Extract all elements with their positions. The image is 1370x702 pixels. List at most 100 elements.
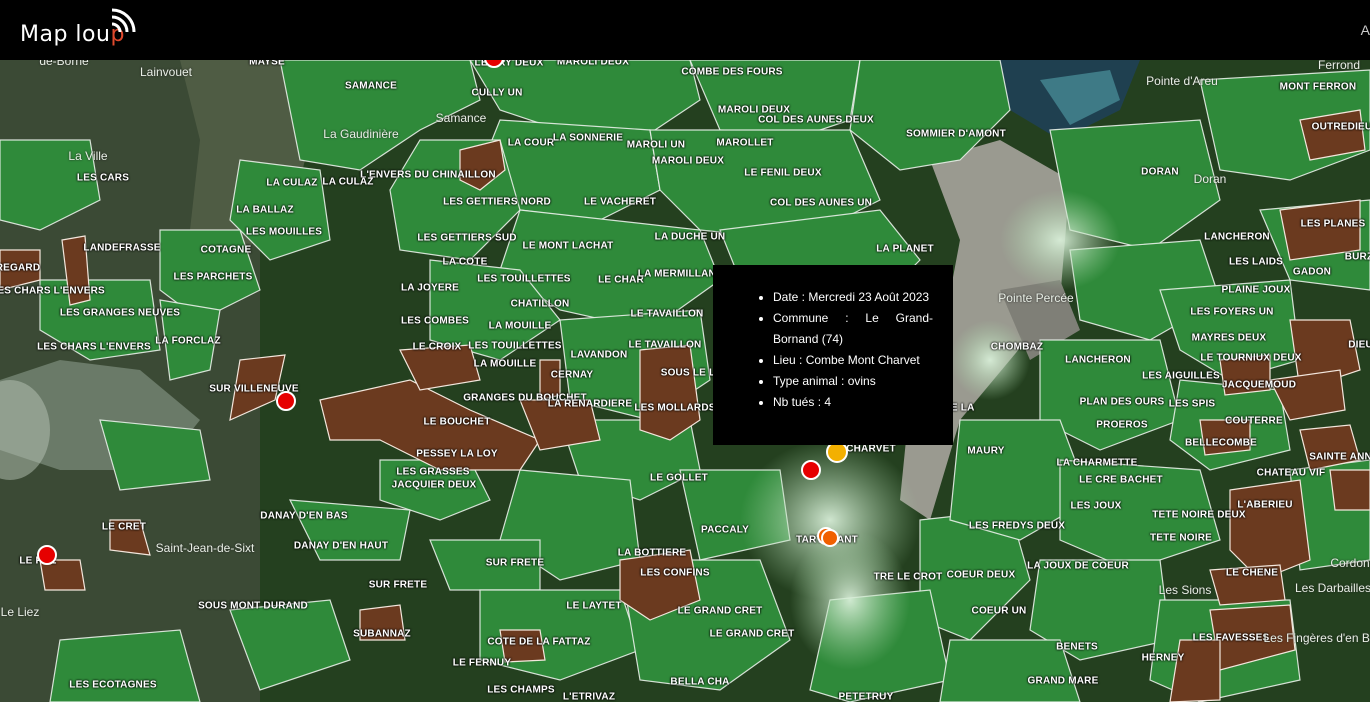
pasture-label: LES ECOTAGNES (69, 679, 157, 691)
place-name: Cordon (1330, 556, 1370, 570)
pasture-label: LES FAVESSES (1192, 632, 1270, 644)
pasture-label: LE BOUCHET (423, 416, 491, 428)
signal-icon (111, 8, 136, 33)
pasture-label: LA CHARMETTE (1056, 457, 1138, 469)
pasture-label: LE TOURNIUX DEUX (1200, 352, 1302, 364)
pasture-label: PROEROS (1096, 419, 1148, 431)
pasture-label: LE CHENE (1225, 567, 1279, 579)
place-name: La Ville (68, 149, 108, 163)
pasture-label: MAURY (967, 445, 1005, 457)
pasture-label: MONT FERRON (1279, 81, 1357, 93)
pasture-label: LES SPIS (1168, 398, 1216, 410)
place-name: Les Darbailles (1294, 581, 1370, 595)
place-name: Ferrond (1317, 60, 1361, 72)
attack-marker[interactable] (37, 545, 57, 565)
pasture-label: LES MOLLARDS (634, 402, 716, 414)
pasture-label: CERNAY (550, 369, 594, 381)
pasture-label: BENETS (1056, 641, 1098, 653)
pasture-label: LA DUCHE UN (654, 231, 726, 243)
pasture-label: L'ENVERS DU CHINAILLON (360, 169, 496, 181)
pasture-label: LANCHERON (1065, 354, 1131, 366)
popup-nb-tues: Nb tués : 4 (773, 392, 933, 413)
pasture-label: SUR FRETE (368, 579, 428, 591)
pasture-label: LA MOUILLE (473, 358, 537, 370)
pasture-label: LES GRASSES (396, 466, 470, 478)
pasture-label: LE CRE BACHET (1079, 474, 1163, 486)
pasture-label: LA RENARDIERE (547, 398, 633, 410)
pasture-label: PACCALY (700, 524, 750, 536)
pasture-label: LES CHARS L'ENVERS (0, 285, 105, 297)
popup-lieu: Lieu : Combe Mont Charvet (773, 350, 933, 371)
pasture-label: PLAINE JOUX (1221, 284, 1291, 296)
pasture-label: MAYRES DEUX (1191, 332, 1267, 344)
pasture-label: LE VACHERET (583, 196, 657, 208)
pasture-label: DIEUX (1348, 339, 1370, 351)
pasture-label: LES FOYERS UN (1190, 306, 1274, 318)
pasture-label: SUR FRETE (485, 557, 545, 569)
pasture-label: LES TOUILLETTES (468, 340, 562, 352)
pasture-label: LA JOYERE (400, 282, 460, 294)
pasture-label: CHATILLON (510, 298, 570, 310)
pasture-label: COTE DE LA FATTAZ (487, 636, 591, 648)
place-name: Samance (435, 111, 487, 125)
pasture-label: LE GRAND CRET (677, 605, 763, 617)
attack-marker[interactable] (801, 460, 821, 480)
pasture-label: LES COMBES (400, 315, 470, 327)
pasture-label: LE TAVAILLON (630, 308, 704, 320)
pasture-label: LA BALLAZ (236, 204, 294, 216)
pasture-label: LES PLANES (1300, 218, 1366, 230)
map-view[interactable]: MAYSE SAMANCE COMBE DES FOURS MAROLI DEUX MA… (0, 60, 1370, 702)
pasture-label: LES CHARS L'ENVERS (37, 341, 151, 353)
attack-marker[interactable] (821, 529, 839, 547)
pasture-label: TETE NOIRE (1149, 532, 1213, 544)
pasture-label: SOMMIER D'AMONT (906, 128, 1006, 140)
pasture-label: MAROLI DEUX (651, 155, 725, 167)
pasture-label: MAROLI UN (626, 139, 686, 151)
pasture-label: LA COTE (442, 256, 488, 268)
top-bar: Map loup A (0, 0, 1370, 60)
pasture-label: CHARVET (846, 443, 896, 455)
pasture-label: LES GETTIERS SUD (417, 232, 517, 244)
pasture-label: LA COUR (507, 137, 555, 149)
pasture-label: LANDEFRASSE (83, 242, 161, 254)
pasture-label: OUTREDIEU (1311, 121, 1370, 133)
pasture-label: JACQUIER DEUX (391, 479, 477, 491)
pasture-label: LES GETTIERS NORD (443, 196, 551, 208)
pasture-label: BURZ (1344, 251, 1370, 263)
pasture-label: DANAY D'EN BAS (260, 510, 348, 522)
pasture-label: LES AIGUILLES (1142, 370, 1220, 382)
pasture-label: LAVANDON (570, 349, 628, 361)
pasture-label: LES CHAMPS (487, 684, 555, 696)
place-name: Pointe Percée (998, 291, 1074, 305)
pasture-label: BELLA CHA (670, 676, 730, 688)
pasture-label: CULLY UN (471, 87, 523, 99)
pasture-label: LE LAYTET (566, 600, 622, 612)
place-name: La Gaudinière (323, 127, 399, 141)
pasture-label: CHOMBAZ (990, 341, 1044, 353)
pasture-label: LE GRAND CRET (709, 628, 795, 640)
pasture-label: COL DES AUNES DEUX (758, 114, 874, 126)
pasture-label: MAYSE (249, 60, 285, 68)
pasture-label: LE CROIX (412, 341, 462, 353)
pasture-label: LES FREDYS DEUX (968, 520, 1066, 532)
pasture-label: LES PARCHETS (173, 271, 253, 283)
pasture-label: JACQUEMOUD (1221, 379, 1297, 391)
pasture-label: MAROLI DEUX (556, 60, 630, 68)
place-name: Le Liez (0, 605, 40, 619)
pasture-label: HERNEY (1141, 652, 1185, 664)
pasture-label: GADON (1292, 266, 1332, 278)
pasture-label: COEUR UN (971, 605, 1027, 617)
menu-link[interactable]: A (1361, 22, 1370, 38)
pasture-label: COMBE DES FOURS (681, 66, 783, 78)
logo-text: Map lou (20, 22, 111, 47)
pasture-label: REGARD (0, 262, 41, 274)
attack-marker[interactable] (276, 391, 296, 411)
pasture-label: LA CULAZ (322, 176, 374, 188)
attack-popup: Date : Mercredi 23 Août 2023 Commune : L… (713, 265, 953, 445)
pasture-label: LA SONNERIE (552, 132, 624, 144)
pasture-label: CHATEAU VIF (1256, 467, 1326, 479)
place-name: de-Borne (39, 60, 89, 68)
pasture-label: SOUS LE L (660, 367, 716, 379)
pasture-label: LA CULAZ (266, 177, 318, 189)
pasture-label: TETE NOIRE DEUX (1152, 509, 1246, 521)
